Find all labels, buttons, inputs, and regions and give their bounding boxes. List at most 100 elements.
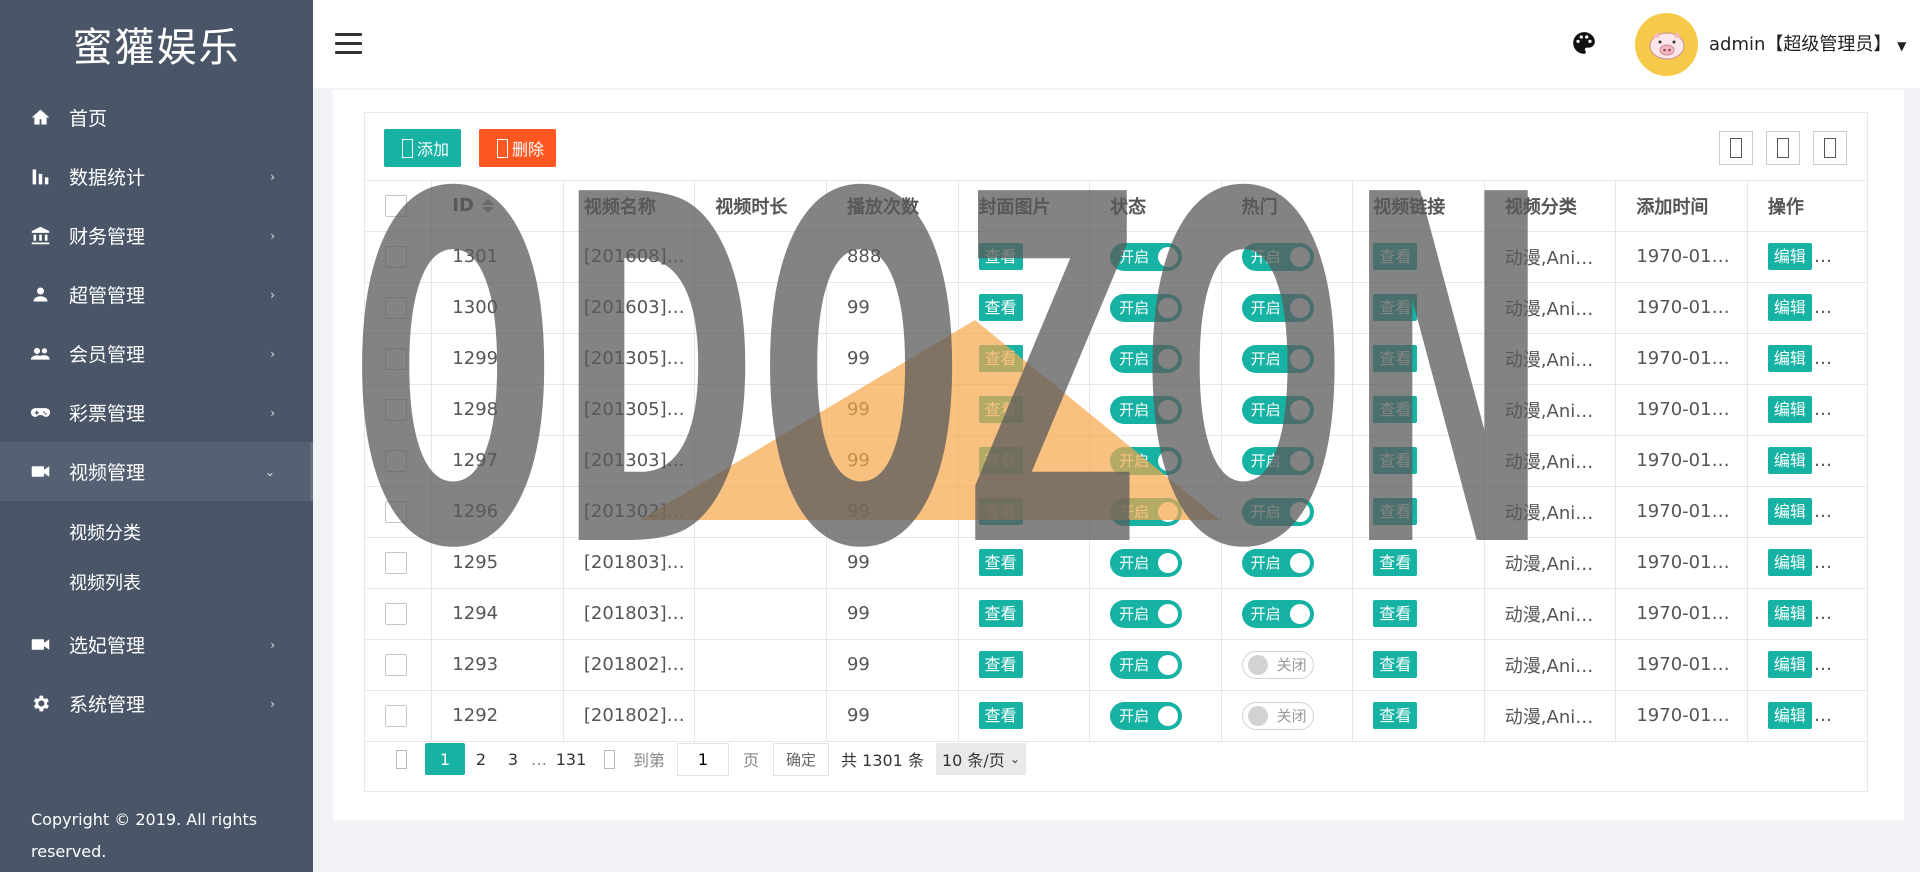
status-switch[interactable]: 开启	[1110, 446, 1183, 475]
hot-switch[interactable]: 开启	[1241, 599, 1314, 628]
status-switch[interactable]: 开启	[1110, 293, 1183, 322]
row-checkbox[interactable]	[385, 551, 407, 574]
view-cover-button[interactable]: 查看	[978, 396, 1023, 423]
page-size-select[interactable]: 10 条/页 ⌄	[935, 743, 1026, 775]
sidebar-item-members[interactable]: 会员管理 ›	[0, 324, 313, 383]
hot-switch[interactable]: 开启	[1241, 497, 1314, 526]
hot-switch[interactable]: 关闭	[1241, 650, 1314, 679]
status-switch[interactable]: 开启	[1110, 548, 1183, 577]
view-cover-button[interactable]: 查看	[978, 294, 1023, 321]
edit-button[interactable]: 编辑	[1767, 549, 1812, 576]
print-icon[interactable]	[1813, 131, 1847, 165]
sidebar-item-video[interactable]: 视频管理 ⌄	[0, 442, 313, 501]
page-last[interactable]: 131	[549, 743, 593, 775]
row-checkbox[interactable]	[385, 347, 407, 370]
filter-columns-icon[interactable]	[1719, 131, 1753, 165]
next-page-icon[interactable]	[593, 743, 625, 775]
sidebar-subitem-video-category[interactable]: 视频分类	[0, 507, 313, 557]
edit-button[interactable]: 编辑	[1767, 345, 1812, 372]
view-cover-button[interactable]: 查看	[978, 345, 1023, 372]
user-menu[interactable]: admin【超级管理员】 ▼	[1709, 30, 1906, 56]
status-switch[interactable]: 开启	[1110, 497, 1183, 526]
view-link-button[interactable]: 查看	[1373, 498, 1418, 525]
export-icon[interactable]	[1766, 131, 1800, 165]
page-2[interactable]: 2	[465, 743, 497, 775]
view-link-button[interactable]: 查看	[1373, 702, 1418, 729]
sidebar-item-superadmin[interactable]: 超管管理 ›	[0, 265, 313, 324]
view-cover-button[interactable]: 查看	[978, 447, 1023, 474]
hot-switch[interactable]: 开启	[1241, 395, 1314, 424]
page-1[interactable]: 1	[425, 743, 465, 775]
select-all-checkbox[interactable]	[385, 194, 407, 217]
edit-button[interactable]: 编辑	[1767, 498, 1812, 525]
sidebar-item-label: 首页	[69, 108, 108, 130]
edit-button[interactable]: 编辑	[1767, 243, 1812, 270]
avatar[interactable]	[1635, 13, 1698, 76]
row-checkbox[interactable]	[385, 449, 407, 472]
row-checkbox[interactable]	[385, 245, 407, 268]
hot-switch[interactable]: 关闭	[1241, 701, 1314, 730]
edit-button[interactable]: 编辑	[1767, 294, 1812, 321]
view-cover-button[interactable]: 查看	[978, 243, 1023, 270]
menu-toggle-icon[interactable]	[335, 33, 362, 54]
row-checkbox[interactable]	[385, 704, 407, 727]
view-link-button[interactable]: 查看	[1373, 243, 1418, 270]
row-checkbox[interactable]	[385, 296, 407, 319]
goto-confirm-button[interactable]: 确定	[773, 742, 830, 776]
view-cover-button[interactable]: 查看	[978, 600, 1023, 627]
edit-button[interactable]: 编辑	[1767, 651, 1812, 678]
view-cover-button[interactable]: 查看	[978, 702, 1023, 729]
palette-icon[interactable]	[1571, 30, 1597, 56]
edit-button[interactable]: 编辑	[1767, 702, 1812, 729]
sidebar-subitem-video-list[interactable]: 视频列表	[0, 557, 313, 607]
hot-switch[interactable]: 开启	[1241, 446, 1314, 475]
table-row: 1294 [201803]… 99 查看 开启 开启 查看 动漫,Ani… 1970-01… 编辑…	[365, 588, 1867, 640]
cell-name: [201603]…	[563, 282, 696, 334]
view-cover-button[interactable]: 查看	[978, 651, 1023, 678]
view-link-button[interactable]: 查看	[1373, 396, 1418, 423]
row-checkbox[interactable]	[385, 602, 407, 625]
edit-button[interactable]: 编辑	[1767, 447, 1812, 474]
status-switch[interactable]: 开启	[1110, 650, 1183, 679]
view-link-button[interactable]: 查看	[1373, 600, 1418, 627]
delete-button[interactable]: 删除	[479, 129, 557, 167]
sidebar-item-lottery[interactable]: 彩票管理 ›	[0, 383, 313, 442]
view-link-button[interactable]: 查看	[1373, 345, 1418, 372]
view-cover-button[interactable]: 查看	[978, 498, 1023, 525]
hot-switch[interactable]: 开启	[1241, 242, 1314, 271]
page-3[interactable]: 3	[497, 743, 529, 775]
status-switch[interactable]: 开启	[1110, 344, 1183, 373]
view-link-button[interactable]: 查看	[1373, 294, 1418, 321]
edit-button[interactable]: 编辑	[1767, 600, 1812, 627]
cell-name: [201305]…	[563, 384, 696, 436]
status-switch[interactable]: 开启	[1110, 599, 1183, 628]
sidebar-item-stats[interactable]: 数据统计 ›	[0, 147, 313, 206]
status-switch[interactable]: 开启	[1110, 395, 1183, 424]
sidebar-item-system[interactable]: 系统管理 ›	[0, 674, 313, 733]
hot-switch[interactable]: 开启	[1241, 548, 1314, 577]
status-switch[interactable]: 开启	[1110, 242, 1183, 271]
cell-plays: 99	[826, 537, 959, 589]
row-checkbox[interactable]	[385, 398, 407, 421]
goto-page-input[interactable]	[677, 742, 730, 776]
row-checkbox[interactable]	[385, 500, 407, 523]
edit-button[interactable]: 编辑	[1767, 396, 1812, 423]
row-checkbox[interactable]	[385, 653, 407, 676]
view-link-button[interactable]: 查看	[1373, 549, 1418, 576]
hot-switch[interactable]: 开启	[1241, 344, 1314, 373]
cell-id: 1296	[431, 486, 564, 538]
sidebar-item-home[interactable]: 首页	[0, 88, 313, 147]
column-header-id[interactable]: ID	[431, 181, 564, 232]
add-button[interactable]: 添加	[384, 129, 462, 167]
hot-switch[interactable]: 开启	[1241, 293, 1314, 322]
top-header: admin【超级管理员】 ▼	[313, 0, 1920, 88]
sidebar-item-label: 系统管理	[69, 694, 146, 716]
view-cover-button[interactable]: 查看	[978, 549, 1023, 576]
view-link-button[interactable]: 查看	[1373, 447, 1418, 474]
sidebar-item-finance[interactable]: 财务管理 ›	[0, 206, 313, 265]
sort-icon[interactable]	[481, 197, 494, 215]
sidebar-item-xuanfei[interactable]: 选妃管理 ›	[0, 615, 313, 674]
prev-page-icon[interactable]	[385, 743, 417, 775]
view-link-button[interactable]: 查看	[1373, 651, 1418, 678]
status-switch[interactable]: 开启	[1110, 701, 1183, 730]
